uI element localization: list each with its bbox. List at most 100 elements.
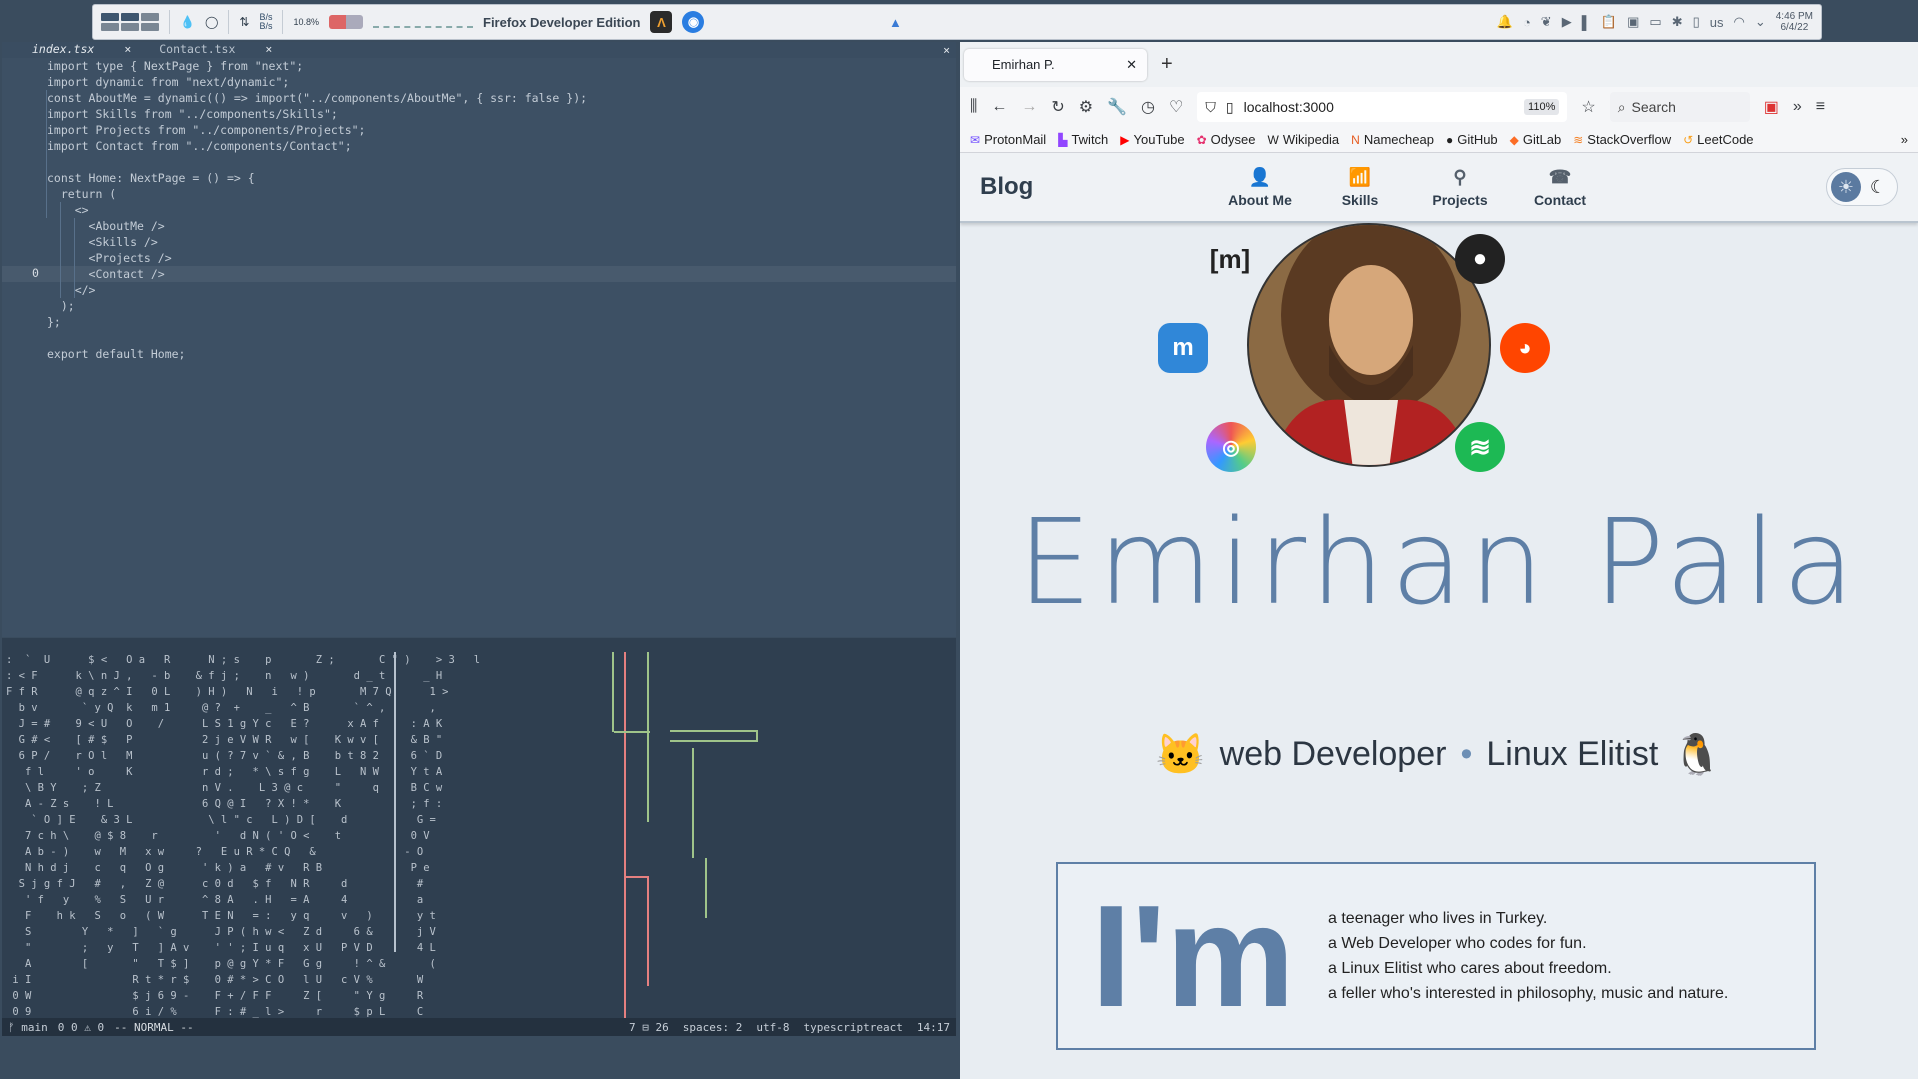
- search-placeholder: Search: [1631, 99, 1676, 115]
- blog-link[interactable]: Blog: [980, 173, 1210, 201]
- bookmark-leetcode[interactable]: ↺ LeetCode: [1683, 132, 1753, 147]
- bookmark-github[interactable]: ● GitHub: [1446, 132, 1498, 147]
- network-arrows-icon: ⇅: [239, 15, 250, 29]
- bookmark-stackoverflow[interactable]: ≋ StackOverflow: [1573, 132, 1671, 147]
- library-icon[interactable]: ⫼: [970, 98, 977, 116]
- code-line: import Contact from "../components/Conta…: [47, 139, 352, 153]
- browser-tab-strip: Emirhan P. ✕ +: [960, 42, 1918, 87]
- mastodon-icon[interactable]: m: [1158, 323, 1208, 373]
- folder-icon[interactable]: ▣: [1627, 14, 1639, 30]
- close-icon[interactable]: ×: [265, 42, 272, 58]
- code-line: const AboutMe = dynamic(() => import("..…: [47, 91, 588, 105]
- net-down: B/s: [259, 21, 273, 31]
- history-icon[interactable]: ◷: [1141, 97, 1155, 117]
- bookmark-namecheap[interactable]: N Namecheap: [1351, 132, 1434, 147]
- matrix-icon[interactable]: [m]: [1205, 234, 1255, 284]
- play-icon[interactable]: ▶: [1562, 14, 1572, 30]
- contact-icon: ☎: [1548, 166, 1572, 187]
- bookmark-youtube[interactable]: ▶ YouTube: [1120, 132, 1184, 147]
- line-number: 0: [32, 266, 39, 280]
- active-window-title[interactable]: Firefox Developer Edition: [483, 15, 640, 30]
- spotify-icon[interactable]: ≋: [1455, 422, 1505, 472]
- overflow-chevron-icon[interactable]: »: [1901, 132, 1908, 147]
- browser-window: Emirhan P. ✕ + ⫼ ← → ↻ ⚙ 🔧 ◷ ♡ ⛉ ▯ local…: [960, 42, 1918, 1079]
- vim-mode: -- NORMAL --: [114, 1020, 194, 1034]
- split-icon[interactable]: ▌: [1582, 15, 1591, 30]
- code-line: import Projects from "../components/Proj…: [47, 123, 366, 137]
- code-editor[interactable]: index.tsx × Contact.tsx × × 0 import typ…: [2, 42, 956, 637]
- close-icon[interactable]: ×: [943, 43, 950, 57]
- terminal-app-icon[interactable]: Λ: [650, 11, 673, 33]
- browser-tab[interactable]: Emirhan P. ✕: [964, 48, 1147, 81]
- cursor-position: 14:17: [916, 1020, 950, 1034]
- address-bar[interactable]: ⛉ ▯ localhost:3000 110%: [1197, 92, 1568, 122]
- zoom-level[interactable]: 110%: [1524, 99, 1560, 115]
- search-input[interactable]: ⌕ Search: [1609, 92, 1750, 122]
- new-tab-button[interactable]: +: [1161, 53, 1173, 76]
- code-line: </>: [47, 283, 96, 297]
- odysee-icon: ✿: [1196, 132, 1207, 147]
- menu-icon[interactable]: ≡: [1816, 98, 1825, 116]
- firefox-app-icon[interactable]: ◉: [682, 11, 705, 33]
- theme-toggle[interactable]: ☀ ☾: [1826, 168, 1898, 206]
- terminal-pane[interactable]: : ` U $ < O a R N ; s p Z ; C " ) > 3 l …: [2, 638, 956, 1018]
- reload-icon[interactable]: ↻: [1051, 97, 1064, 117]
- code-content[interactable]: import type { NextPage } from "next"; imp…: [47, 58, 587, 362]
- pocket-icon[interactable]: ♡: [1169, 97, 1183, 117]
- tab-contact[interactable]: Contact.tsx ×: [159, 42, 272, 58]
- net-speed: B/s B/s: [259, 13, 272, 31]
- nav-about-me[interactable]: 👤 About Me: [1210, 167, 1310, 208]
- nav-contact[interactable]: ☎ Contact: [1510, 167, 1610, 208]
- pixelfed-icon[interactable]: ◎: [1206, 422, 1256, 472]
- phone-icon[interactable]: ▯: [1693, 14, 1700, 30]
- back-icon[interactable]: ←: [991, 98, 1007, 116]
- keyboard-layout[interactable]: us: [1710, 15, 1724, 30]
- url-text[interactable]: localhost:3000: [1244, 99, 1334, 115]
- shield-icon[interactable]: ⛉: [1205, 99, 1216, 116]
- bookmark-odysee[interactable]: ✿ Odysee: [1197, 132, 1256, 147]
- tab-title: Emirhan P.: [992, 57, 1055, 72]
- list-item: a Linux Elitist who cares about freedom.: [1328, 960, 1612, 977]
- leaf-icon[interactable]: ❦: [1541, 14, 1552, 30]
- bookmark-gitlab[interactable]: ◆ GitLab: [1510, 132, 1562, 147]
- forward-icon[interactable]: →: [1021, 98, 1037, 116]
- overflow-chevron-icon[interactable]: »: [1793, 98, 1802, 116]
- tab-label: Contact.tsx: [159, 42, 236, 56]
- arch-icon[interactable]: ▲: [884, 11, 906, 33]
- workspace-switcher[interactable]: [101, 13, 159, 31]
- github-icon[interactable]: ●: [1455, 234, 1505, 284]
- wifi-icon[interactable]: ◠: [1734, 14, 1745, 30]
- nav-skills[interactable]: 📶 Skills: [1310, 167, 1410, 208]
- bell-icon[interactable]: 🔔: [1497, 14, 1513, 30]
- list-item: a teenager who lives in Turkey.: [1328, 910, 1548, 927]
- list-item: a feller who's interested in philosophy,…: [1328, 985, 1729, 1002]
- close-icon[interactable]: ×: [124, 42, 131, 58]
- about-card: I'm a teenager who lives in Turkey. a We…: [1056, 862, 1816, 1050]
- clock[interactable]: 4:46 PM 6/4/22: [1776, 11, 1813, 33]
- bookmarks-toolbar: ✉ ProtonMail ▙ Twitch ▶ YouTube ✿ Odysee W Wi…: [960, 127, 1918, 153]
- wrench-icon[interactable]: 🔧: [1107, 97, 1127, 117]
- gear-icon[interactable]: ⚙: [1079, 97, 1093, 117]
- extension-icon[interactable]: ▣: [1764, 97, 1779, 117]
- indent-info: spaces: 2: [682, 1020, 743, 1034]
- clipboard-icon[interactable]: 📋: [1601, 14, 1617, 30]
- code-line: <Contact />: [47, 267, 165, 281]
- bookmark-wikipedia[interactable]: W Wikipedia: [1267, 132, 1339, 147]
- sun-icon: ☀: [1831, 172, 1861, 202]
- timer-icon[interactable]: ◔: [1523, 15, 1531, 30]
- tab-index[interactable]: index.tsx ×: [32, 42, 131, 58]
- tux-icon: 🐧: [1672, 733, 1723, 777]
- code-line: <AboutMe />: [47, 219, 165, 233]
- filetype: typescriptreact: [803, 1020, 903, 1034]
- star-icon[interactable]: ☆: [1581, 97, 1595, 117]
- close-icon[interactable]: ✕: [1126, 57, 1137, 73]
- bookmark-protonmail[interactable]: ✉ ProtonMail: [970, 132, 1046, 147]
- battery-icon[interactable]: ▭: [1649, 14, 1661, 30]
- reddit-icon[interactable]: ◕: [1500, 323, 1550, 373]
- bluetooth-icon[interactable]: ✱: [1672, 14, 1683, 30]
- chevron-down-icon[interactable]: ⌄: [1755, 14, 1766, 30]
- bookmark-twitch[interactable]: ▙ Twitch: [1058, 132, 1108, 147]
- nav-projects[interactable]: ⚲ Projects: [1410, 167, 1510, 208]
